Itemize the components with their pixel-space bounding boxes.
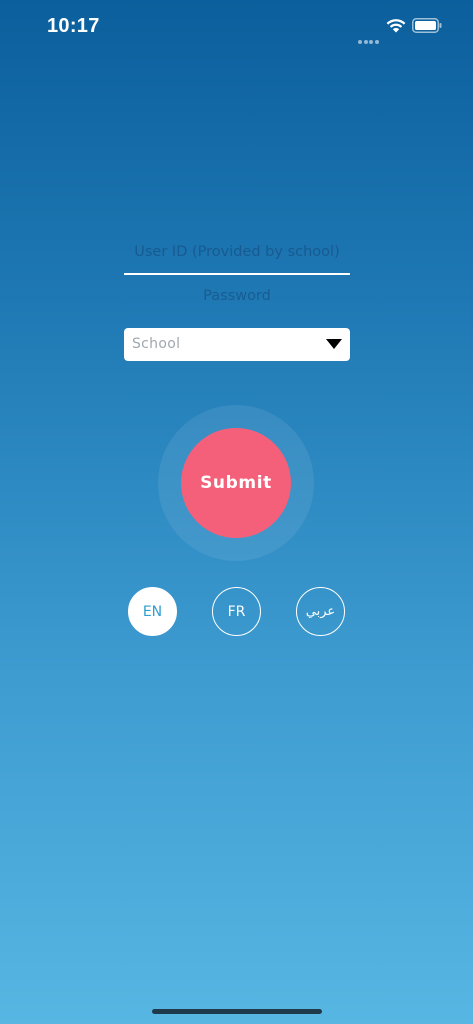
submit-button[interactable]: Submit [181, 428, 291, 538]
language-fr-button[interactable]: FR [212, 587, 261, 636]
signal-dots-icon [358, 29, 380, 44]
password-field-wrapper [124, 274, 350, 318]
language-en-button[interactable]: EN [128, 587, 177, 636]
status-bar: 10:17 [0, 0, 473, 54]
status-time: 10:17 [47, 15, 100, 37]
wifi-icon [386, 19, 406, 33]
language-ar-button[interactable]: عربي [296, 587, 345, 636]
home-indicator[interactable] [152, 1009, 322, 1014]
user-id-field-wrapper [124, 230, 350, 275]
school-select-value: School [132, 336, 181, 352]
login-form: School [124, 230, 350, 361]
user-id-input[interactable] [124, 230, 350, 274]
battery-icon [412, 18, 442, 33]
school-select[interactable]: School [124, 328, 350, 361]
password-input[interactable] [124, 274, 350, 318]
dropdown-arrow-icon [326, 339, 342, 349]
